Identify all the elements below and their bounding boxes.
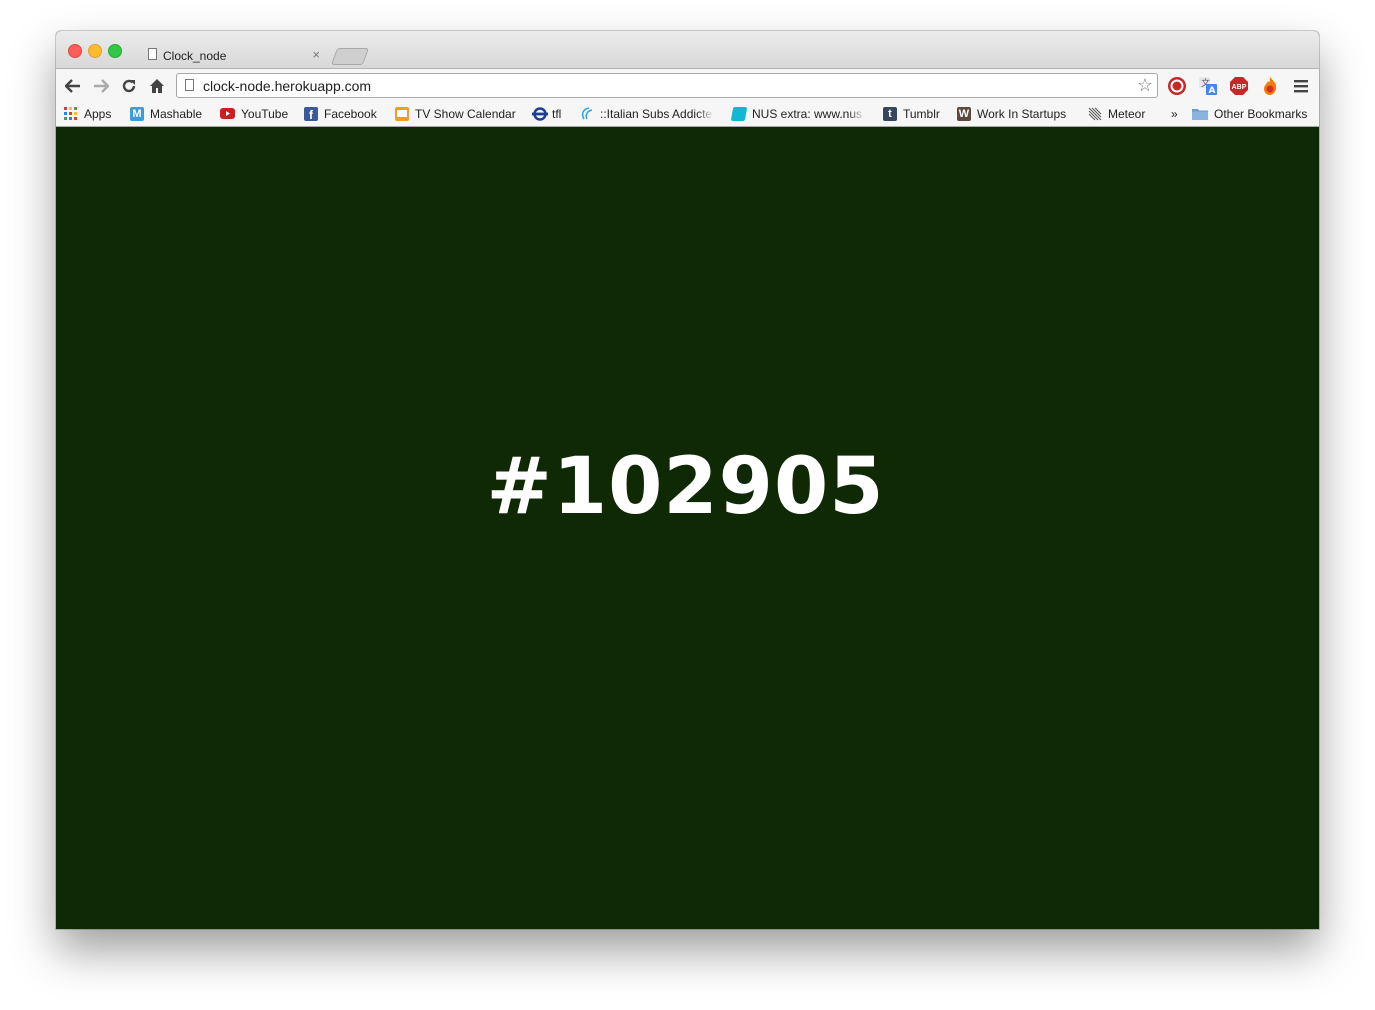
- tab-clock-node[interactable]: Clock_node ×: [148, 44, 324, 68]
- bookmark-label: ::Italian Subs Addicte: [600, 106, 713, 121]
- minimize-window-button[interactable]: [88, 44, 102, 58]
- hex-color-display: #102905: [486, 442, 885, 532]
- youtube-icon: [220, 108, 235, 119]
- bookmark-other-bookmarks[interactable]: Other Bookmarks: [1192, 105, 1307, 122]
- maximize-window-button[interactable]: [108, 44, 122, 58]
- bookmark-label: tfl: [552, 106, 562, 121]
- tab-close-icon[interactable]: ×: [312, 47, 320, 62]
- home-icon[interactable]: [146, 75, 168, 97]
- toolbar: clock-node.herokuapp.com ☆ 文A ABP: [56, 68, 1319, 102]
- bookmark-youtube[interactable]: YouTube: [220, 105, 288, 122]
- forward-icon[interactable]: [90, 75, 112, 97]
- meteor-icon: [1088, 107, 1102, 121]
- bookmark-facebook[interactable]: f Facebook: [304, 105, 377, 122]
- tumblr-icon: t: [883, 106, 897, 121]
- bookmark-tumblr[interactable]: t Tumblr: [883, 105, 940, 122]
- subs-icon: [580, 106, 594, 121]
- reload-icon[interactable]: [118, 75, 140, 97]
- apps-grid-icon: [64, 106, 78, 121]
- bookmark-label: NUS extra: www.nus: [752, 106, 863, 121]
- translate-icon[interactable]: 文A: [1197, 75, 1219, 97]
- browser-window: Clock_node × clock-node.herokuapp.com ☆ …: [56, 31, 1319, 929]
- page-icon: [185, 79, 194, 91]
- bookmark-label: Work In Startups: [977, 106, 1067, 121]
- address-bar[interactable]: clock-node.herokuapp.com ☆: [176, 73, 1158, 98]
- stop-extension-icon[interactable]: [1166, 75, 1188, 97]
- new-tab-button[interactable]: [330, 48, 370, 65]
- bookmark-nus-extra[interactable]: NUS extra: www.nus: [730, 105, 865, 122]
- tv-icon: [395, 106, 409, 121]
- adblock-plus-icon[interactable]: ABP: [1228, 75, 1250, 97]
- bookmark-mashable[interactable]: M Mashable: [130, 105, 202, 122]
- url-text: clock-node.herokuapp.com: [203, 78, 372, 94]
- bookmark-tv-show-calendar[interactable]: TV Show Calendar: [395, 105, 516, 122]
- bookmark-apps[interactable]: Apps: [64, 105, 111, 122]
- tfl-roundel-icon: [532, 106, 548, 121]
- folder-icon: [1192, 108, 1208, 120]
- bookmark-meteor[interactable]: Meteor: [1088, 105, 1145, 122]
- bookmark-label: YouTube: [241, 106, 289, 121]
- facebook-icon: f: [304, 106, 318, 122]
- bookmark-label: Facebook: [324, 106, 377, 121]
- svg-text:A: A: [1209, 86, 1216, 96]
- bookmark-label: Tumblr: [903, 106, 940, 121]
- back-icon[interactable]: [62, 75, 84, 97]
- tab-title: Clock_node: [163, 49, 227, 63]
- menu-icon[interactable]: [1290, 75, 1312, 97]
- bookmark-label: Apps: [84, 106, 112, 121]
- bookmark-label: Meteor: [1108, 106, 1146, 121]
- fire-extension-icon[interactable]: [1259, 75, 1281, 97]
- svg-text:ABP: ABP: [1232, 84, 1247, 91]
- bookmark-label: Mashable: [150, 106, 203, 121]
- close-window-button[interactable]: [68, 44, 82, 58]
- bookmark-label: Other Bookmarks: [1214, 106, 1308, 121]
- wis-icon: W: [957, 106, 971, 121]
- nus-icon: [730, 106, 748, 121]
- bookmarks-bar: Apps M Mashable YouTube f Facebook TV Sh…: [56, 101, 1319, 127]
- bookmark-work-in-startups[interactable]: W Work In Startups: [957, 105, 1066, 122]
- page-content: #102905: [56, 127, 1319, 929]
- page-icon: [148, 48, 157, 60]
- mashable-icon: M: [130, 106, 144, 121]
- bookmark-tfl[interactable]: tfl: [532, 105, 561, 122]
- bookmark-italian-subs[interactable]: ::Italian Subs Addicte: [580, 105, 714, 122]
- title-bar: Clock_node ×: [56, 31, 1319, 68]
- bookmark-star-icon[interactable]: ☆: [1137, 75, 1153, 96]
- bookmarks-overflow-chevron[interactable]: »: [1171, 105, 1178, 122]
- bookmark-label: TV Show Calendar: [415, 106, 516, 121]
